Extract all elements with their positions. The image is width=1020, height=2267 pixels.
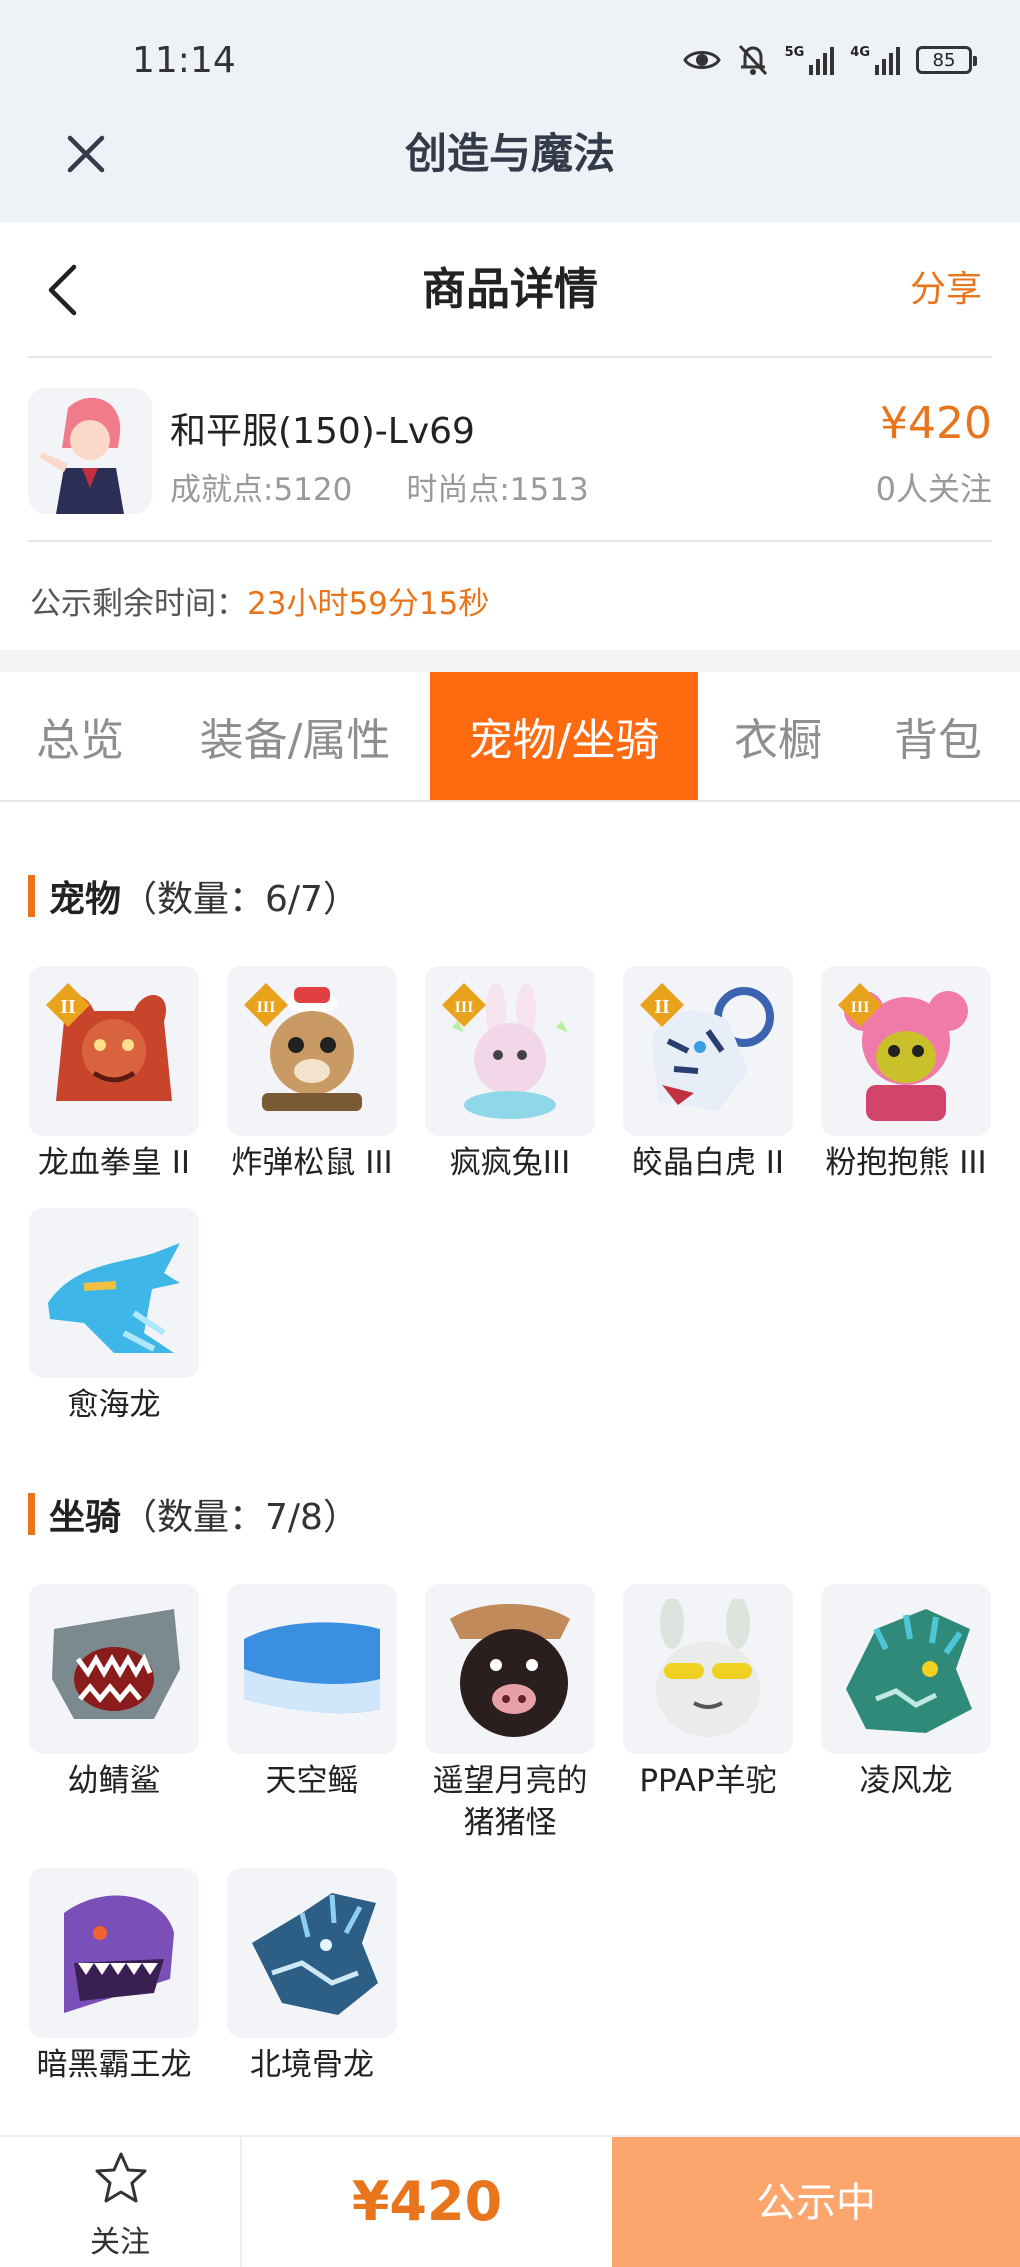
mount-name: 幼鲭鲨 [67,1763,161,1799]
countdown-value: 23小时59分15秒 [247,586,490,622]
countdown-label: 公示剩余时间： [30,586,247,622]
countdown: 公示剩余时间：23小时59分15秒 [30,578,489,623]
rank-badge-icon: III [442,983,486,1027]
svg-text:II: II [654,996,670,1018]
bottom-action-bar: 关注 ¥420 公示中 [0,2135,1020,2267]
pet-name: 愈海龙 [67,1387,161,1423]
pet-thumbnail: II [623,966,793,1136]
pet-name: 疯疯兔III [449,1145,571,1181]
pet-item[interactable]: 愈海龙 [28,1208,200,1426]
pet-thumbnail: III [227,966,397,1136]
mount-item[interactable]: 暗黑霸王龙 [28,1868,200,2086]
mount-thumbnail [29,1868,199,2038]
rank-badge-icon: III [244,983,288,1027]
pet-thumbnail: II [29,966,199,1136]
product-price: ¥420 [880,398,992,449]
follow-button[interactable]: 关注 [0,2137,242,2267]
mount-thumbnail [29,1584,199,1754]
mount-thumbnail [227,1584,397,1754]
tab-equipment[interactable]: 装备/属性 [180,672,410,800]
signal-5g-icon: 5G [785,45,835,75]
app-title: 创造与魔法 [404,129,615,178]
mounts-section-title: 坐骑 （数量：7/8） [28,1488,359,1540]
tab-pets-mounts[interactable]: 宠物/坐骑 [430,672,698,800]
pet-name: 龙血拳皇 II [37,1145,191,1181]
svg-text:III: III [455,999,474,1016]
pet-item[interactable]: III 粉抱抱熊 III [820,966,992,1184]
bottom-price: ¥420 [351,2170,503,2233]
mount-item[interactable]: 凌风龙 [820,1584,992,1802]
tab-wardrobe[interactable]: 衣橱 [708,672,848,800]
pet-thumbnail: III [425,966,595,1136]
achievement-points: 成就点:5120 [170,472,353,508]
mount-thumbnail [425,1584,595,1754]
product-name: 和平服(150)-Lv69 [170,411,475,452]
page-nav: 商品详情 分享 [28,222,992,358]
mounts-title: 坐骑 [49,1497,122,1538]
mount-item[interactable]: 天空鳐 [226,1584,398,1802]
svg-text:III: III [257,999,276,1016]
follower-count: 0人关注 [875,470,992,508]
pet-item[interactable]: II 龙血拳皇 II [28,966,200,1184]
status-time: 11:14 [132,40,236,81]
pet-name: 皎晶白虎 II [631,1145,785,1181]
battery-icon: 85 [916,46,977,74]
follow-label: 关注 [90,2225,150,2260]
svg-text:III: III [851,999,870,1016]
pet-name: 粉抱抱熊 III [825,1145,987,1181]
pet-thumbnail [29,1208,199,1378]
tab-backpack[interactable]: 背包 [868,672,1008,800]
mount-thumbnail [227,1868,397,2038]
divider [0,650,1020,672]
mounts-count: （数量：7/8） [121,1497,359,1538]
mount-item[interactable]: 遥望月亮的猪猪怪 [424,1584,596,1844]
network-label-4g: 4G [850,45,870,60]
bell-off-icon [737,43,769,77]
fashion-points: 时尚点:1513 [406,472,589,508]
pet-item[interactable]: II 皎晶白虎 II [622,966,794,1184]
product-stats: 成就点:5120 时尚点:1513 [170,464,589,509]
mount-item[interactable]: PPAP羊驼 [622,1584,794,1802]
mount-name: PPAP羊驼 [639,1763,777,1799]
pet-item[interactable]: III 疯疯兔III [424,966,596,1184]
eye-icon [682,47,721,73]
mount-thumbnail [821,1584,991,1754]
rank-badge-icon: II [46,983,90,1027]
pet-name: 炸弹松鼠 III [231,1145,393,1181]
pets-count: （数量：6/7） [121,879,359,920]
page-title: 商品详情 [422,264,598,315]
status-icons: 5G 4G 85 [682,40,977,80]
pets-section-title: 宠物 （数量：6/7） [28,870,359,922]
svg-text:II: II [60,996,76,1018]
rank-badge-icon: III [838,983,882,1027]
status-bar: 11:14 5G 4G 85 [0,0,1020,120]
signal-4g-icon: 4G [850,45,900,75]
tab-bar: 总览 装备/属性 宠物/坐骑 衣橱 背包 [0,672,1020,802]
product-summary: 和平服(150)-Lv69 成就点:5120 时尚点:1513 ¥420 0人关注 [28,358,992,542]
mount-name: 遥望月亮的猪猪怪 [432,1763,588,1841]
pet-thumbnail: III [821,966,991,1136]
public-notice-button[interactable]: 公示中 [612,2137,1020,2267]
mount-item[interactable]: 幼鲭鲨 [28,1584,200,1802]
rank-badge-icon: II [640,983,684,1027]
character-avatar [28,388,152,514]
pets-title: 宠物 [49,879,122,920]
mount-name: 暗黑霸王龙 [36,2047,192,2083]
network-label-5g: 5G [784,45,805,60]
mount-name: 北境骨龙 [250,2047,374,2083]
pet-item[interactable]: III 炸弹松鼠 III [226,966,398,1184]
mount-thumbnail [623,1584,793,1754]
star-icon [95,2152,147,2203]
mount-name: 天空鳐 [265,1763,359,1799]
tab-overview[interactable]: 总览 [0,672,160,800]
mount-name: 凌风龙 [859,1763,953,1799]
main-content: 商品详情 分享 和平服(150)-Lv69 成就点:5120 时尚点:1513 ¥… [0,222,1020,2267]
app-header: 创造与魔法 [0,120,1020,222]
share-button[interactable]: 分享 [910,262,982,318]
mount-item[interactable]: 北境骨龙 [226,1868,398,2086]
